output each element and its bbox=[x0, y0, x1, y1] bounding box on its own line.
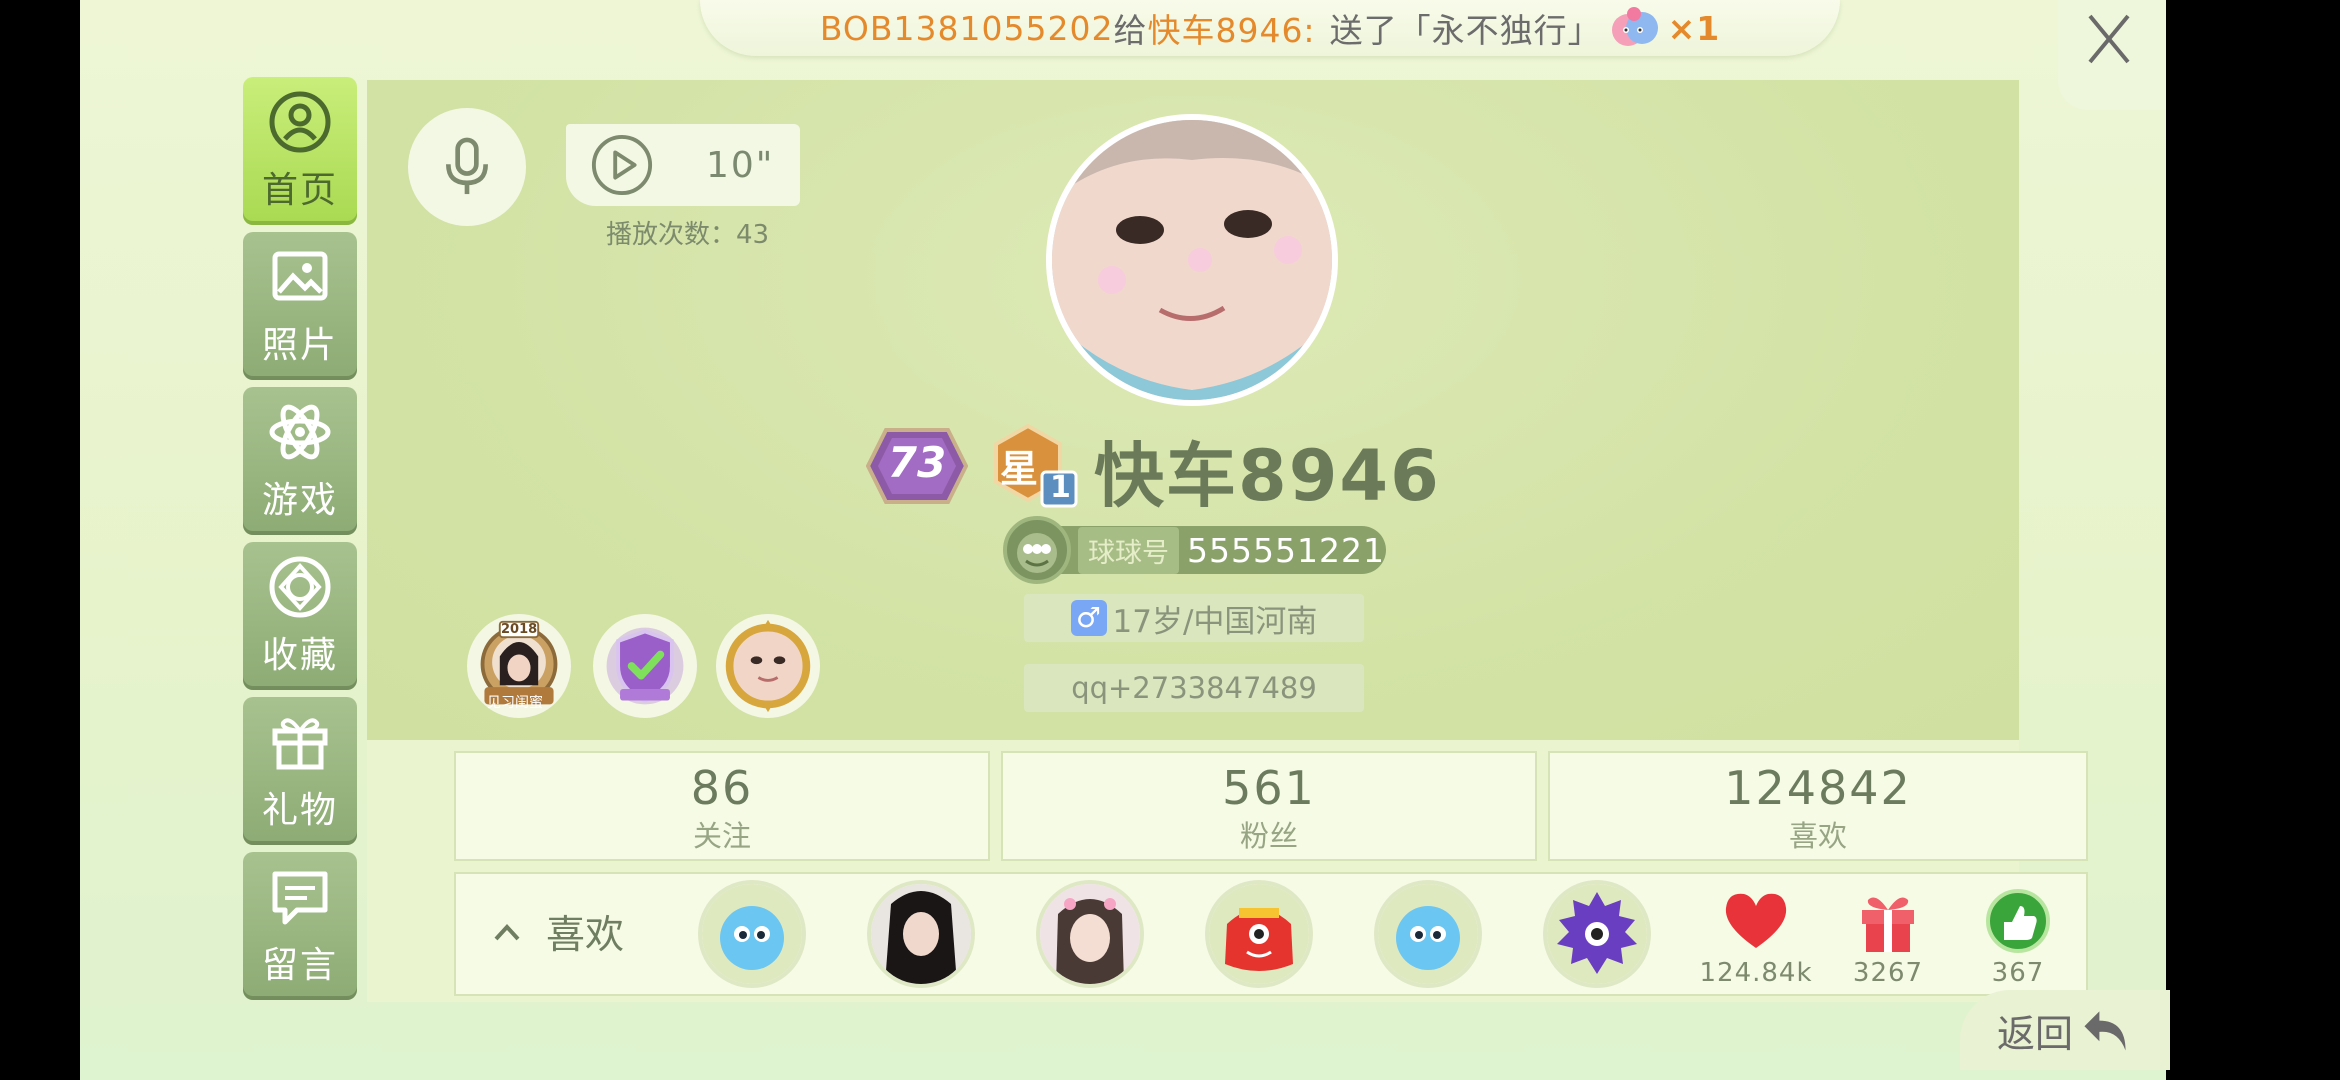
likes-collapse-toggle[interactable]: 喜欢 bbox=[490, 904, 624, 960]
verified-shield-icon bbox=[606, 627, 684, 705]
photo-icon bbox=[272, 251, 328, 301]
account-id-pill: 球球号 555551221 bbox=[1003, 516, 1386, 584]
medal-avatar-frame[interactable] bbox=[716, 614, 820, 718]
atom-icon bbox=[269, 404, 331, 460]
stat-following-label: 关注 bbox=[692, 819, 751, 853]
user-photo-avatar-icon bbox=[871, 884, 971, 984]
stat-fans-value: 561 bbox=[1222, 761, 1316, 815]
banner-verb: 给 bbox=[1113, 11, 1148, 50]
voice-play-count: 播放次数：43 bbox=[606, 220, 770, 250]
voice-play-button[interactable]: 10" bbox=[566, 124, 800, 206]
likes-toggle-label: 喜欢 bbox=[546, 913, 625, 958]
play-icon bbox=[591, 134, 653, 196]
sidebar-item-label: 首页 bbox=[261, 170, 338, 211]
record-voice-button[interactable] bbox=[408, 108, 526, 226]
chevron-up-icon bbox=[494, 924, 520, 941]
thumbs-stat[interactable]: 367 bbox=[1958, 888, 2078, 988]
user-photo-avatar-icon bbox=[1040, 884, 1140, 984]
level-badge: 73 bbox=[865, 424, 969, 508]
close-icon bbox=[2088, 14, 2130, 64]
sidebar-item-favorites[interactable]: 收藏 bbox=[243, 542, 357, 690]
sidebar-item-label: 游戏 bbox=[261, 480, 338, 521]
star-rank-level: 1 bbox=[1050, 470, 1071, 505]
stat-fans[interactable]: 561 粉丝 bbox=[1001, 751, 1537, 861]
red-monster-avatar-icon bbox=[1209, 884, 1309, 984]
sidebar-item-photos[interactable]: 照片 bbox=[243, 232, 357, 380]
stat-likes-label: 喜欢 bbox=[1788, 819, 1847, 853]
purple-virus-avatar-icon bbox=[1547, 884, 1647, 984]
back-label: 返回 bbox=[1996, 1011, 2073, 1056]
sidebar-item-label: 照片 bbox=[261, 325, 338, 366]
male-gender-icon: ♂ bbox=[1070, 600, 1107, 636]
gift-icon bbox=[272, 718, 328, 770]
liker-avatar[interactable] bbox=[1205, 880, 1313, 988]
heart-icon bbox=[1725, 893, 1787, 948]
close-button[interactable] bbox=[2058, 0, 2166, 110]
sidebar: 首页 照片 游戏 收藏 礼物 留言 bbox=[243, 77, 361, 1007]
medal-year: 2018 bbox=[501, 622, 538, 637]
age-region-text: 17岁/中国河南 bbox=[1112, 603, 1318, 640]
gifts-count: 3267 bbox=[1852, 958, 1924, 988]
ball-emblem-icon bbox=[1003, 516, 1071, 584]
back-arrow-icon bbox=[2084, 1011, 2126, 1051]
stat-fans-label: 粉丝 bbox=[1239, 819, 1298, 853]
thumbs-count: 367 bbox=[1991, 958, 2045, 988]
profile-avatar[interactable] bbox=[1046, 114, 1338, 406]
sidebar-item-label: 收藏 bbox=[261, 635, 338, 676]
sidebar-item-home[interactable]: 首页 bbox=[243, 77, 357, 225]
sidebar-item-games[interactable]: 游戏 bbox=[243, 387, 357, 535]
blue-blob-avatar-icon bbox=[1378, 884, 1478, 984]
hearts-count: 124.84k bbox=[1699, 958, 1813, 988]
account-id-label: 球球号 bbox=[1078, 526, 1179, 574]
banner-count: ×1 bbox=[1667, 8, 1721, 48]
medal-verified[interactable] bbox=[593, 614, 697, 718]
liker-avatar[interactable] bbox=[867, 880, 975, 988]
diamond-icon bbox=[269, 556, 331, 618]
sidebar-item-gifts[interactable]: 礼物 bbox=[243, 697, 357, 845]
blue-blob-avatar-icon bbox=[702, 884, 802, 984]
star-rank-char: 星 bbox=[1000, 447, 1039, 491]
stat-following-value: 86 bbox=[690, 761, 754, 815]
stat-likes[interactable]: 124842 喜欢 bbox=[1548, 751, 2088, 861]
sidebar-item-label: 留言 bbox=[261, 945, 338, 986]
qq-info: qq+2733847489 bbox=[1024, 664, 1364, 712]
username: 快车8946 bbox=[1094, 435, 1441, 517]
thumbs-up-icon bbox=[1986, 889, 2050, 953]
gifts-stat[interactable]: 3267 bbox=[1828, 888, 1948, 988]
home-person-icon bbox=[269, 91, 331, 153]
age-region-info: ♂ 17岁/中国河南 bbox=[1024, 594, 1364, 642]
golden-avatar-frame-icon bbox=[725, 619, 811, 713]
gift-notification-banner: BOB1381055202 给 快车8946: 送了「永不独行」 ×1 bbox=[700, 0, 1840, 56]
star-rank-badge: 星 1 bbox=[990, 423, 1082, 508]
medal-2018-bestie[interactable]: 2018 见习闺蜜 bbox=[467, 614, 571, 718]
sidebar-item-messages[interactable]: 留言 bbox=[243, 852, 357, 1000]
avatar-face-illustration bbox=[1052, 120, 1332, 400]
gift-balloon-icon bbox=[1608, 6, 1662, 50]
stat-likes-value: 124842 bbox=[1724, 761, 1912, 815]
stat-following[interactable]: 86 关注 bbox=[454, 751, 990, 861]
sidebar-item-label: 礼物 bbox=[261, 790, 338, 831]
level-number: 73 bbox=[887, 438, 947, 487]
liker-avatar[interactable] bbox=[1374, 880, 1482, 988]
account-id-number: 555551221 bbox=[1187, 530, 1385, 570]
liker-avatar[interactable] bbox=[698, 880, 806, 988]
banner-sender: BOB1381055202 bbox=[819, 8, 1114, 48]
message-icon bbox=[272, 871, 328, 925]
gift-box-icon bbox=[1862, 897, 1914, 952]
liker-avatar[interactable] bbox=[1543, 880, 1651, 988]
microphone-icon bbox=[446, 137, 488, 195]
voice-duration: 10" bbox=[706, 144, 775, 186]
liker-avatar[interactable] bbox=[1036, 880, 1144, 988]
banner-message: 送了「永不独行」 bbox=[1329, 11, 1602, 50]
medal-caption: 见习闺蜜 bbox=[487, 695, 543, 711]
banner-receiver: 快车8946: bbox=[1147, 11, 1316, 50]
back-button[interactable]: 返回 bbox=[1960, 990, 2170, 1070]
hearts-stat[interactable]: 124.84k bbox=[1696, 888, 1816, 988]
